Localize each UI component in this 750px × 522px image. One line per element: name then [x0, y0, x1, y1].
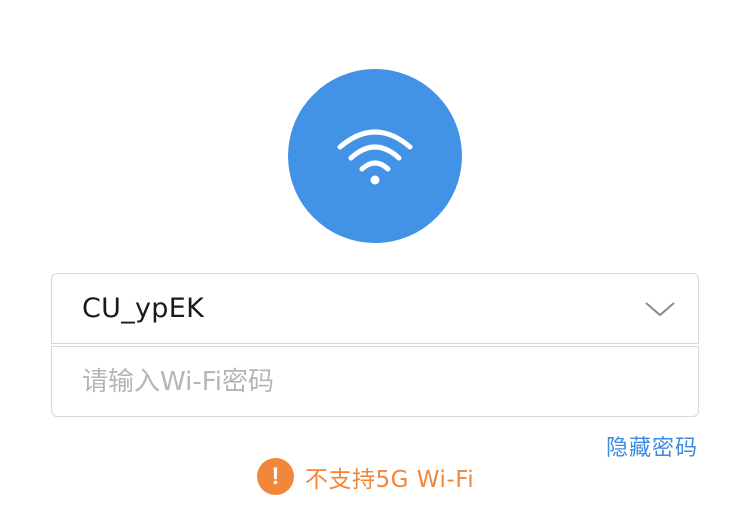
exclamation-icon: ! [257, 458, 294, 495]
hide-password-link[interactable]: 隐藏密码 [606, 430, 698, 462]
warning-notice: ! 不支持5G Wi-Fi [257, 458, 474, 495]
wifi-form: CU_ypEK [51, 273, 699, 417]
wifi-connect-page: CU_ypEK 隐藏密码 ! 不支持5G Wi-Fi [0, 0, 750, 522]
chevron-down-icon[interactable] [642, 297, 678, 321]
network-select[interactable]: CU_ypEK [51, 273, 699, 344]
warning-text: 不支持5G Wi-Fi [305, 466, 475, 493]
network-name: CU_ypEK [82, 293, 205, 324]
wifi-badge [288, 69, 462, 243]
password-input[interactable] [82, 366, 678, 397]
wifi-icon [337, 129, 413, 185]
password-field[interactable] [51, 346, 699, 417]
